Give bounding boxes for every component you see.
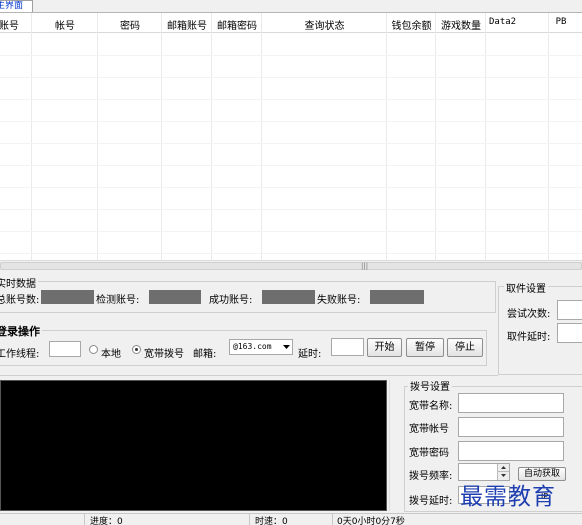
threads-input[interactable]: [49, 341, 81, 357]
mail-domain-value: @163.com: [233, 342, 272, 351]
mail-label: 邮箱:: [193, 349, 217, 360]
dial-name-label: 宽带名称:: [409, 401, 453, 412]
table-row: [0, 121, 582, 122]
table-column: [0, 13, 32, 260]
app-window: 主界面 账号 帐号 密码 邮箱账号 邮箱密码 查询状态 钱包余额 游戏数量 Da…: [0, 0, 582, 525]
speed-text: 时速：0: [255, 517, 288, 525]
table-row: [0, 55, 582, 56]
dial-account-label: 宽带帐号: [409, 424, 449, 435]
retry-label: 尝试次数:: [507, 309, 551, 320]
chevron-down-icon: [283, 345, 290, 349]
elapsed-text: 0天0小时0分7秒: [337, 517, 405, 525]
column-header[interactable]: 查询状态: [262, 17, 387, 32]
dial-freq-label: 拨号频率:: [409, 471, 453, 482]
watermark-logo: 最需教育: [460, 484, 556, 510]
local-label: 本地: [101, 349, 121, 360]
local-radio[interactable]: [89, 345, 98, 354]
divider: [0, 375, 498, 376]
table-column: [436, 13, 486, 260]
total-value: [41, 290, 94, 304]
table-row: [0, 143, 582, 144]
column-header[interactable]: 账号: [0, 17, 32, 32]
table-column: [387, 13, 436, 260]
column-header[interactable]: 邮箱账号: [162, 17, 212, 32]
fetch-settings-title: 取件设置: [504, 280, 548, 295]
column-header[interactable]: Data2: [489, 17, 529, 27]
table-column: [262, 13, 387, 260]
console-vscrollbar[interactable]: [389, 380, 401, 511]
account-table[interactable]: 账号 帐号 密码 邮箱账号 邮箱密码 查询状态 钱包余额 游戏数量 Data2 …: [0, 12, 582, 260]
total-label: 总账号数:: [0, 295, 40, 306]
fail-value: [370, 290, 424, 304]
table-column: [32, 13, 98, 260]
success-label: 成功账号:: [209, 295, 253, 306]
status-cell: [0, 513, 85, 525]
table-row: [0, 165, 582, 166]
log-console[interactable]: [0, 380, 387, 511]
table-row: [0, 253, 582, 254]
dial-password-label: 宽带密码: [409, 448, 449, 459]
login-title: 登录操作: [0, 323, 42, 339]
fail-label: 失败账号:: [317, 295, 361, 306]
retry-input[interactable]: [557, 300, 582, 320]
stop-button[interactable]: 停止: [447, 338, 483, 357]
table-column: [549, 13, 582, 260]
progress-text: 进度：0: [90, 517, 123, 525]
column-header[interactable]: 游戏数量: [436, 17, 486, 32]
fetch-delay-label: 取件延时:: [507, 332, 551, 343]
table-row: [0, 209, 582, 210]
dial-password-input[interactable]: [458, 441, 564, 461]
table-row: [0, 77, 582, 78]
dial-name-input[interactable]: [458, 393, 564, 413]
table-column: [212, 13, 262, 260]
column-header[interactable]: 密码: [98, 17, 162, 32]
column-header[interactable]: 钱包余额: [387, 17, 436, 32]
tab-main[interactable]: 主界面: [0, 0, 33, 12]
login-delay-input[interactable]: [331, 338, 364, 356]
realtime-title: 实时数据: [0, 275, 38, 290]
checked-label: 检测账号:: [96, 295, 140, 306]
success-value: [262, 290, 315, 304]
grip-icon: |||: [361, 262, 369, 270]
column-header[interactable]: PB: [549, 17, 573, 27]
pause-button[interactable]: 暂停: [406, 338, 444, 357]
table-row: [0, 187, 582, 188]
table-row: [0, 231, 582, 232]
table-column: [162, 13, 212, 260]
threads-label: 工作线程:: [0, 349, 40, 360]
checked-value: [149, 290, 201, 304]
dial-settings-title: 拨号设置: [408, 378, 452, 393]
broadband-label: 宽带拨号: [144, 349, 184, 360]
mail-domain-select[interactable]: @163.com: [229, 339, 293, 355]
dial-account-input[interactable]: [458, 417, 564, 437]
column-header[interactable]: 邮箱密码: [212, 17, 262, 32]
table-column: [486, 13, 549, 260]
start-button[interactable]: 开始: [367, 338, 402, 357]
fetch-delay-input[interactable]: [557, 323, 582, 343]
hscroll-thumb[interactable]: [0, 262, 582, 270]
column-header[interactable]: 帐号: [32, 17, 98, 32]
spin-up-icon[interactable]: [497, 464, 509, 472]
table-column: [98, 13, 162, 260]
table-row: [0, 99, 582, 100]
login-delay-label: 延时:: [298, 349, 322, 360]
dial-delay-label: 拨号延时:: [409, 496, 453, 507]
broadband-radio[interactable]: [132, 345, 141, 354]
